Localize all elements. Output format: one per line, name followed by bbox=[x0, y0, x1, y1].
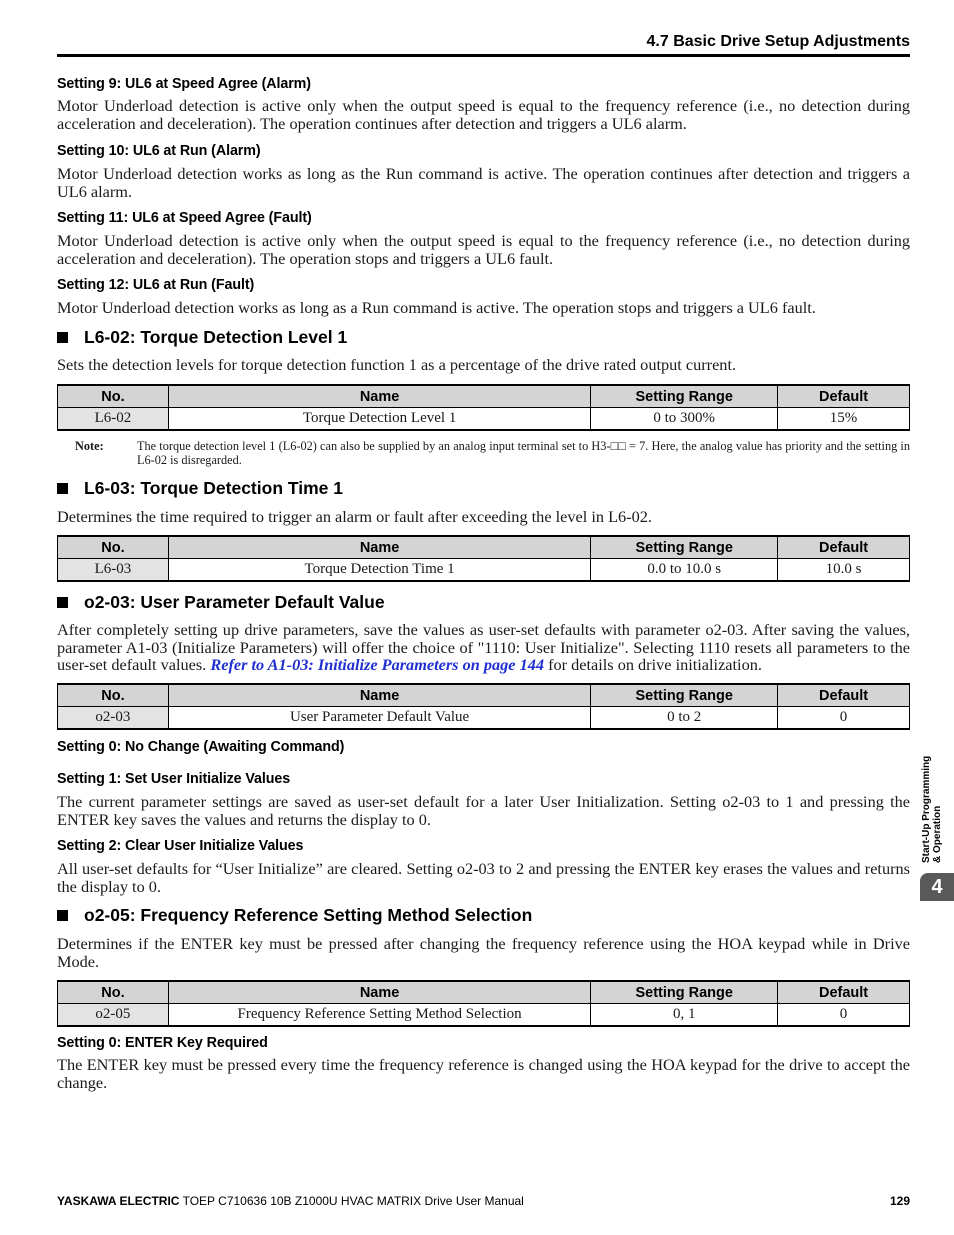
l6-02-table: No. Name Setting Range Default L6-02 Tor… bbox=[57, 384, 910, 431]
setting-10-title: Setting 10: UL6 at Run (Alarm) bbox=[57, 143, 261, 159]
section-title: 4.7 Basic Drive Setup Adjustments bbox=[646, 33, 911, 50]
o2-05-heading: o2-05: Frequency Reference Setting Metho… bbox=[57, 905, 532, 926]
cell-range: 0, 1 bbox=[590, 1003, 779, 1027]
col-range: Setting Range bbox=[590, 980, 779, 1004]
setting-11-title: Setting 11: UL6 at Speed Agree (Fault) bbox=[57, 210, 312, 226]
l6-02-heading-text: L6-02: Torque Detection Level 1 bbox=[84, 327, 348, 347]
cell-default: 0 bbox=[777, 1003, 910, 1027]
section-bullet-icon bbox=[57, 332, 68, 343]
cell-default: 10.0 s bbox=[777, 558, 910, 582]
cell-range: 0.0 to 10.0 s bbox=[590, 558, 779, 582]
l6-03-table: No. Name Setting Range Default L6-03 Tor… bbox=[57, 535, 910, 582]
table-header-row: No. Name Setting Range Default bbox=[57, 535, 910, 559]
col-no: No. bbox=[57, 980, 169, 1004]
cell-name: Torque Detection Level 1 bbox=[167, 407, 592, 431]
page-number: 129 bbox=[889, 1194, 910, 1208]
cell-range: 0 to 300% bbox=[590, 407, 779, 431]
table-header-row: No. Name Setting Range Default bbox=[57, 980, 910, 1004]
table-header-row: No. Name Setting Range Default bbox=[57, 384, 910, 408]
o2-03-setting-1-title: Setting 1: Set User Initialize Values bbox=[57, 771, 291, 787]
col-name: Name bbox=[167, 980, 592, 1004]
col-no: No. bbox=[57, 535, 169, 559]
section-bullet-icon bbox=[57, 597, 68, 608]
footer-doc-title: TOEP C710636 10B Z1000U HVAC MATRIX Driv… bbox=[182, 1194, 524, 1208]
setting-9-body: Motor Underload detection is active only… bbox=[57, 96, 910, 133]
cell-no: o2-03 bbox=[57, 706, 169, 730]
o2-03-description: After completely setting up drive parame… bbox=[57, 621, 910, 674]
chapter-side-label-line2: & Operation bbox=[932, 805, 943, 863]
col-default: Default bbox=[777, 384, 910, 408]
cell-no: o2-05 bbox=[57, 1003, 169, 1027]
chapter-tab[interactable]: 4 bbox=[920, 873, 954, 901]
cell-name: User Parameter Default Value bbox=[167, 706, 592, 730]
o2-03-heading-text: o2-03: User Parameter Default Value bbox=[84, 592, 385, 612]
col-range: Setting Range bbox=[590, 384, 779, 408]
col-range: Setting Range bbox=[590, 683, 779, 707]
o2-03-setting-0-title: Setting 0: No Change (Awaiting Command) bbox=[57, 739, 345, 755]
cell-default: 15% bbox=[777, 407, 910, 431]
col-default: Default bbox=[777, 683, 910, 707]
setting-10-body: Motor Underload detection works as long … bbox=[57, 164, 910, 201]
table-row: o2-03 User Parameter Default Value 0 to … bbox=[57, 706, 910, 730]
footer-doc: YASKAWA ELECTRIC TOEP C710636 10B Z1000U… bbox=[57, 1194, 524, 1208]
section-bullet-icon bbox=[57, 910, 68, 921]
table-row: L6-03 Torque Detection Time 1 0.0 to 10.… bbox=[57, 558, 910, 582]
col-name: Name bbox=[167, 384, 592, 408]
cell-no: L6-03 bbox=[57, 558, 169, 582]
l6-02-description: Sets the detection levels for torque det… bbox=[57, 355, 737, 374]
col-no: No. bbox=[57, 384, 169, 408]
chapter-side-label-line1: Start-Up Programming bbox=[921, 755, 932, 863]
o2-05-setting-0-body: The ENTER key must be pressed every time… bbox=[57, 1055, 910, 1092]
note-text: The torque detection level 1 (L6-02) can… bbox=[137, 439, 910, 467]
l6-03-description: Determines the time required to trigger … bbox=[57, 507, 652, 526]
chapter-side-label: Start-Up Programming & Operation bbox=[921, 733, 951, 863]
o2-03-setting-1-body: The current parameter settings are saved… bbox=[57, 792, 910, 829]
o2-03-table: No. Name Setting Range Default o2-03 Use… bbox=[57, 683, 910, 730]
col-default: Default bbox=[777, 535, 910, 559]
setting-9-title: Setting 9: UL6 at Speed Agree (Alarm) bbox=[57, 76, 311, 92]
o2-03-setting-2-title: Setting 2: Clear User Initialize Values bbox=[57, 838, 304, 854]
table-header-row: No. Name Setting Range Default bbox=[57, 683, 910, 707]
o2-03-heading: o2-03: User Parameter Default Value bbox=[57, 592, 385, 613]
table-row: L6-02 Torque Detection Level 1 0 to 300%… bbox=[57, 407, 910, 431]
footer-brand: YASKAWA ELECTRIC bbox=[57, 1194, 180, 1208]
l6-03-heading-text: L6-03: Torque Detection Time 1 bbox=[84, 478, 343, 498]
col-name: Name bbox=[167, 683, 592, 707]
setting-12-title: Setting 12: UL6 at Run (Fault) bbox=[57, 277, 255, 293]
section-bullet-icon bbox=[57, 483, 68, 494]
cell-name: Torque Detection Time 1 bbox=[167, 558, 592, 582]
cell-default: 0 bbox=[777, 706, 910, 730]
o2-05-description: Determines if the ENTER key must be pres… bbox=[57, 934, 910, 971]
cell-range: 0 to 2 bbox=[590, 706, 779, 730]
header-rule bbox=[57, 54, 910, 57]
o2-05-setting-0-title: Setting 0: ENTER Key Required bbox=[57, 1035, 268, 1051]
footer: YASKAWA ELECTRIC TOEP C710636 10B Z1000U… bbox=[57, 1194, 910, 1208]
l6-02-note: Note: The torque detection level 1 (L6-0… bbox=[75, 439, 910, 467]
col-default: Default bbox=[777, 980, 910, 1004]
col-range: Setting Range bbox=[590, 535, 779, 559]
o2-05-table: No. Name Setting Range Default o2-05 Fre… bbox=[57, 980, 910, 1027]
a1-03-reference-link[interactable]: Refer to A1-03: Initialize Parameters on… bbox=[210, 655, 544, 674]
o2-05-heading-text: o2-05: Frequency Reference Setting Metho… bbox=[84, 905, 533, 925]
setting-11-body: Motor Underload detection is active only… bbox=[57, 231, 910, 268]
note-label: Note: bbox=[75, 439, 104, 453]
col-name: Name bbox=[167, 535, 592, 559]
o2-03-setting-2-body: All user-set defaults for “User Initiali… bbox=[57, 859, 910, 896]
cell-no: L6-02 bbox=[57, 407, 169, 431]
cell-name: Frequency Reference Setting Method Selec… bbox=[167, 1003, 592, 1027]
l6-02-heading: L6-02: Torque Detection Level 1 bbox=[57, 327, 347, 348]
l6-03-heading: L6-03: Torque Detection Time 1 bbox=[57, 478, 343, 499]
setting-12-body: Motor Underload detection works as long … bbox=[57, 298, 816, 317]
col-no: No. bbox=[57, 683, 169, 707]
o2-03-description-post: for details on drive initialization. bbox=[544, 655, 762, 674]
table-row: o2-05 Frequency Reference Setting Method… bbox=[57, 1003, 910, 1027]
